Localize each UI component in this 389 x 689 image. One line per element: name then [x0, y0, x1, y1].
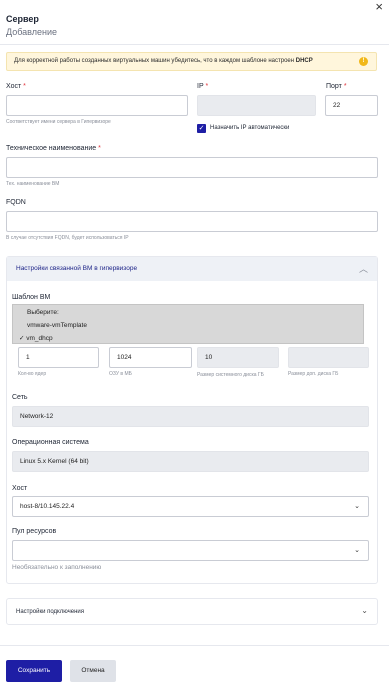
auto-ip-label: Назначить IP автоматически	[210, 125, 290, 131]
chevron-down-icon[interactable]: ⌄	[361, 606, 368, 615]
extra-disk-hint: Размер доп. диска ГБ	[288, 371, 339, 377]
pool-select[interactable]: ⌄	[12, 540, 369, 561]
extra-disk-input	[288, 347, 369, 368]
ram-input[interactable]: 1024	[109, 347, 192, 368]
chevron-down-icon: ⌄	[354, 503, 360, 510]
host-input[interactable]	[6, 95, 188, 116]
host-label: Хост *	[6, 83, 26, 90]
save-button[interactable]: Сохранить	[6, 660, 62, 682]
cpu-hint: Кол-во ядер	[18, 371, 47, 377]
os-field: Linux 5.x Kernel (64 bit)	[12, 451, 369, 472]
template-label: Шаблон ВМ	[12, 294, 51, 301]
port-label: Порт *	[326, 83, 347, 90]
os-label: Операционная система	[12, 439, 89, 446]
template-option[interactable]: Выберите:	[27, 309, 59, 316]
network-field: Network-12	[12, 406, 369, 427]
vm-settings-title: Настройки связанной ВМ в гипервизоре	[16, 265, 138, 272]
port-input[interactable]: 22	[325, 95, 378, 116]
fqdn-label: FQDN	[6, 199, 26, 206]
chevron-up-icon[interactable]: ︿	[359, 262, 368, 275]
divider	[0, 44, 389, 45]
ram-hint: ОЗУ в МБ	[109, 371, 132, 377]
connection-settings-section[interactable]: Настройки подключения ⌄	[6, 598, 378, 625]
cpu-input[interactable]: 1	[18, 347, 99, 368]
template-dropdown[interactable]: Выберите: vmware-vmTemplate ✓ vm_dhcp	[12, 304, 364, 344]
vm-host-value: host-8/10.145.22.4	[20, 503, 75, 510]
close-icon[interactable]: ×	[375, 0, 383, 13]
tech-name-hint: Тех. наименование ВМ	[6, 181, 60, 187]
tech-name-input[interactable]	[6, 157, 378, 178]
sys-disk-hint: Размер системного диска ГБ	[197, 372, 264, 378]
alert-text: Для корректной работы созданных виртуаль…	[14, 58, 296, 64]
ip-label: IP *	[197, 83, 209, 90]
vm-settings-header[interactable]: Настройки связанной ВМ в гипервизоре ︿	[7, 257, 377, 281]
alert-bold: DHCP	[295, 58, 313, 64]
host-hint: Соответствует имени сервера в Гипервизор…	[6, 119, 111, 125]
vm-host-label: Хост	[12, 485, 28, 492]
page-subtitle: Добавление	[6, 27, 57, 37]
cancel-button[interactable]: Отмена	[70, 660, 116, 682]
chevron-down-icon: ⌄	[354, 547, 360, 554]
footer-divider	[0, 645, 389, 646]
template-option[interactable]: vmware-vmTemplate	[27, 322, 87, 329]
warning-icon: !	[359, 57, 368, 66]
pool-label: Пул ресурсов	[12, 528, 57, 535]
tech-name-label: Техническое наименование *	[6, 145, 101, 152]
fqdn-input[interactable]	[6, 211, 378, 232]
network-label: Сеть	[12, 394, 28, 401]
auto-ip-checkbox[interactable]: ✓	[197, 124, 206, 133]
connection-settings-title: Настройки подключения	[16, 609, 84, 615]
pool-hint: Необязательно к заполнению	[12, 564, 102, 571]
fqdn-hint: В случае отсутствия FQDN, будет использо…	[6, 235, 129, 241]
template-option-selected[interactable]: ✓ vm_dhcp	[19, 334, 53, 342]
ip-input	[197, 95, 316, 116]
sys-disk-input: 10	[197, 347, 279, 368]
dhcp-alert: Для корректной работы созданных виртуаль…	[6, 52, 377, 71]
page-title: Сервер	[6, 14, 39, 24]
vm-host-select[interactable]: host-8/10.145.22.4 ⌄	[12, 496, 369, 517]
